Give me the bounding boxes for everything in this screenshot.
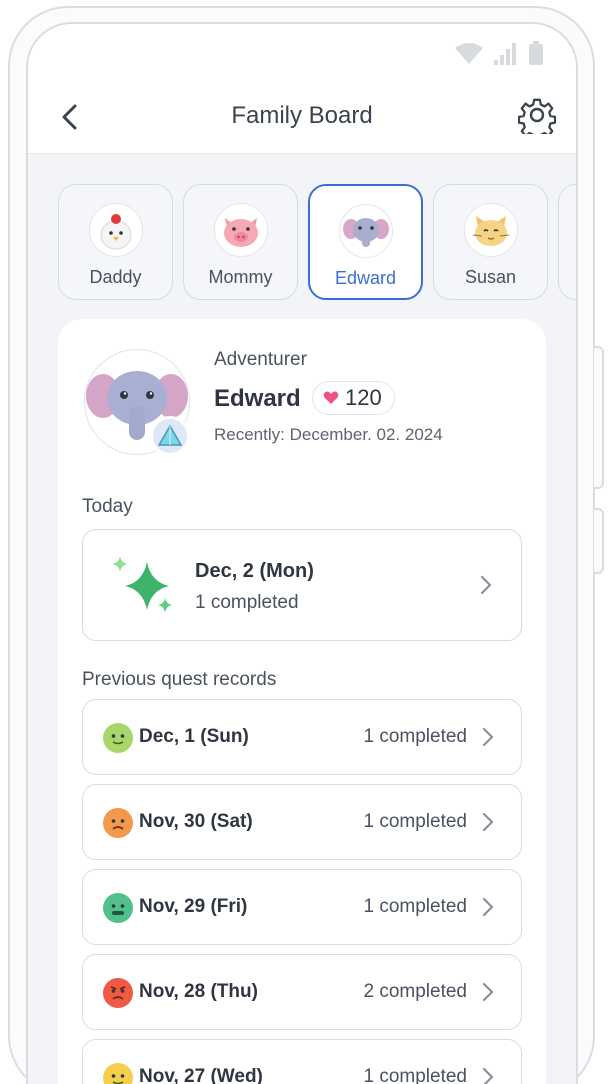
app-bar: Family Board <box>28 78 576 154</box>
member-tab-edward[interactable]: Edward <box>308 184 423 300</box>
role-title: Adventurer <box>214 349 307 370</box>
elephant-avatar-icon <box>338 204 393 258</box>
gear-icon <box>517 98 557 141</box>
chevron-right-icon <box>482 982 494 1002</box>
orange-face-icon <box>103 808 133 838</box>
quest-record-row[interactable]: Nov, 27 (Wed) 1 completed <box>82 1039 522 1084</box>
record-count: 2 completed <box>363 981 467 1002</box>
member-selector: Daddy Mommy Edward Susan <box>58 184 576 300</box>
crystal-icon <box>158 425 182 446</box>
record-date: Nov, 28 (Thu) <box>139 981 258 1002</box>
quest-record-row[interactable]: Nov, 29 (Fri) 1 completed <box>82 869 522 945</box>
record-date: Nov, 30 (Sat) <box>139 811 253 832</box>
record-count: 1 completed <box>363 726 467 747</box>
profile-card: Adventurer Edward 120 Recently: December… <box>58 319 546 1084</box>
chevron-right-icon <box>482 897 494 917</box>
member-tab-daddy[interactable]: Daddy <box>58 184 173 300</box>
record-count: 1 completed <box>363 811 467 832</box>
member-name: Edward <box>334 268 397 288</box>
wifi-icon <box>455 43 483 64</box>
record-date: Nov, 27 (Wed) <box>139 1066 263 1084</box>
member-name: Daddy <box>89 267 142 287</box>
hearts-count: 120 <box>345 385 382 410</box>
record-date: Nov, 29 (Fri) <box>139 896 248 917</box>
member-name: Mommy <box>208 267 273 287</box>
pig-avatar-icon <box>213 203 268 257</box>
cat-avatar-icon <box>463 203 518 257</box>
previous-records-label: Previous quest records <box>82 669 277 690</box>
screen: Family Board Daddy Mommy Edward Susan Ad… <box>26 22 578 1084</box>
chevron-right-icon <box>482 812 494 832</box>
quest-record-row[interactable]: Nov, 28 (Thu) 2 completed <box>82 954 522 1030</box>
phone-side-button <box>594 508 604 574</box>
record-date: Dec, 1 (Sun) <box>139 726 249 747</box>
status-bar <box>28 24 576 78</box>
member-name: Susan <box>464 267 517 287</box>
member-tab-susan[interactable]: Susan <box>433 184 548 300</box>
green-face-icon <box>103 893 133 923</box>
chicken-avatar-icon <box>88 203 143 257</box>
profile-name: Edward <box>214 385 301 412</box>
quest-record-row[interactable]: Nov, 30 (Sat) 1 completed <box>82 784 522 860</box>
page-title: Family Board <box>231 102 373 129</box>
battery-icon <box>529 41 543 65</box>
chevron-right-icon <box>480 575 492 595</box>
phone-side-button <box>594 346 604 489</box>
red-face-icon <box>103 978 133 1008</box>
light-green-face-icon <box>103 723 133 753</box>
signal-icon <box>494 43 516 65</box>
heart-icon <box>323 391 339 404</box>
chevron-right-icon <box>482 727 494 747</box>
member-tab-mommy[interactable]: Mommy <box>183 184 298 300</box>
sparkle-icon <box>112 556 172 613</box>
today-label: Today <box>82 496 133 517</box>
member-tab-more[interactable] <box>558 184 576 300</box>
yellow-face-icon <box>103 1063 133 1084</box>
chevron-right-icon <box>482 1067 494 1084</box>
record-count: 1 completed <box>363 1066 467 1084</box>
recent-activity: Recently: December. 02. 2024 <box>214 425 443 444</box>
settings-button[interactable] <box>517 96 557 141</box>
hearts-badge: 120 <box>312 381 395 415</box>
record-count: 1 completed <box>363 896 467 917</box>
today-quest-card[interactable]: Dec, 2 (Mon) 1 completed <box>82 529 522 641</box>
today-date: Dec, 2 (Mon) <box>195 560 314 582</box>
today-count: 1 completed <box>195 592 299 613</box>
quest-record-row[interactable]: Dec, 1 (Sun) 1 completed <box>82 699 522 775</box>
rank-badge <box>150 416 190 456</box>
